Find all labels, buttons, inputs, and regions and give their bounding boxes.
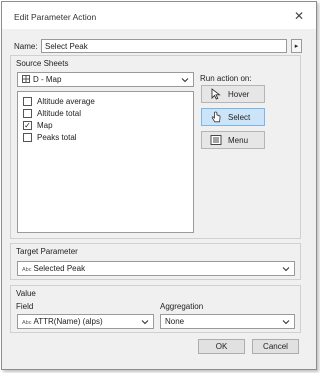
source-sheet-dropdown[interactable]: D - Map xyxy=(17,72,194,87)
pointer-icon xyxy=(211,88,221,100)
sheet-item-altitude-total[interactable]: Altitude total xyxy=(23,108,81,119)
aggregation-label: Aggregation xyxy=(160,302,204,311)
sheet-item-peaks-total[interactable]: Peaks total xyxy=(23,132,77,143)
select-button-label: Select xyxy=(228,112,251,122)
source-sheets-group: Source Sheets D - Map Altitude average A… xyxy=(10,55,301,239)
checkbox[interactable] xyxy=(23,97,32,106)
run-action-label: Run action on: xyxy=(200,74,252,83)
string-type-icon: Abc xyxy=(22,320,32,326)
chevron-down-icon xyxy=(181,78,189,83)
target-parameter-label: Target Parameter xyxy=(16,247,78,256)
title-bar: Edit Parameter Action ✕ xyxy=(2,2,316,29)
edit-parameter-action-dialog: Edit Parameter Action ✕ Name: ▸ Source S… xyxy=(1,1,317,370)
sheet-checklist: Altitude average Altitude total ✓ Map Pe… xyxy=(17,91,194,233)
selected-sheet-text: D - Map xyxy=(33,75,62,84)
triangle-right-icon: ▸ xyxy=(294,43,299,50)
sheet-item-map[interactable]: ✓ Map xyxy=(23,120,53,131)
field-dropdown[interactable]: Abc ATTR(Name) (alps) xyxy=(17,314,154,329)
hand-pointer-icon xyxy=(211,111,221,123)
checkbox[interactable] xyxy=(23,133,32,142)
name-field[interactable] xyxy=(41,39,287,53)
hover-button[interactable]: Hover xyxy=(201,85,265,103)
menu-button-label: Menu xyxy=(228,135,249,145)
cancel-button[interactable]: Cancel xyxy=(252,339,299,354)
name-label: Name: xyxy=(14,42,38,51)
select-button[interactable]: Select xyxy=(201,108,265,126)
aggregation-value: None xyxy=(165,317,185,326)
chevron-down-icon xyxy=(282,320,290,325)
target-parameter-value: Selected Peak xyxy=(33,264,86,273)
field-value: ATTR(Name) (alps) xyxy=(33,317,103,326)
dialog-title: Edit Parameter Action xyxy=(14,12,97,22)
checkbox[interactable] xyxy=(23,109,32,118)
menu-icon xyxy=(210,135,222,145)
name-expand-button[interactable]: ▸ xyxy=(291,39,302,53)
checkbox-checked[interactable]: ✓ xyxy=(23,121,32,130)
sheet-item-label: Altitude total xyxy=(37,109,82,118)
ok-button[interactable]: OK xyxy=(198,339,245,354)
menu-button[interactable]: Menu xyxy=(201,131,265,149)
check-icon: ✓ xyxy=(24,120,31,130)
sheet-item-label: Altitude average xyxy=(37,97,95,106)
aggregation-dropdown[interactable]: None xyxy=(160,314,295,329)
hover-button-label: Hover xyxy=(228,89,250,99)
source-sheets-label: Source Sheets xyxy=(16,59,69,68)
value-label: Value xyxy=(16,289,36,298)
value-group: Value Field Aggregation Abc ATTR(Name) (a… xyxy=(10,285,301,333)
sheet-item-label: Map xyxy=(37,121,53,130)
field-label: Field xyxy=(16,302,34,311)
close-icon[interactable]: ✕ xyxy=(294,9,304,23)
name-input[interactable] xyxy=(42,40,286,52)
sheet-item-altitude-average[interactable]: Altitude average xyxy=(23,96,95,107)
sheet-item-label: Peaks total xyxy=(37,133,77,142)
data-source-icon xyxy=(22,75,30,83)
target-parameter-dropdown[interactable]: Abc Selected Peak xyxy=(17,261,295,276)
chevron-down-icon xyxy=(282,267,290,272)
target-parameter-group: Target Parameter Abc Selected Peak xyxy=(10,243,301,280)
chevron-down-icon xyxy=(141,320,149,325)
string-type-icon: Abc xyxy=(22,267,32,273)
